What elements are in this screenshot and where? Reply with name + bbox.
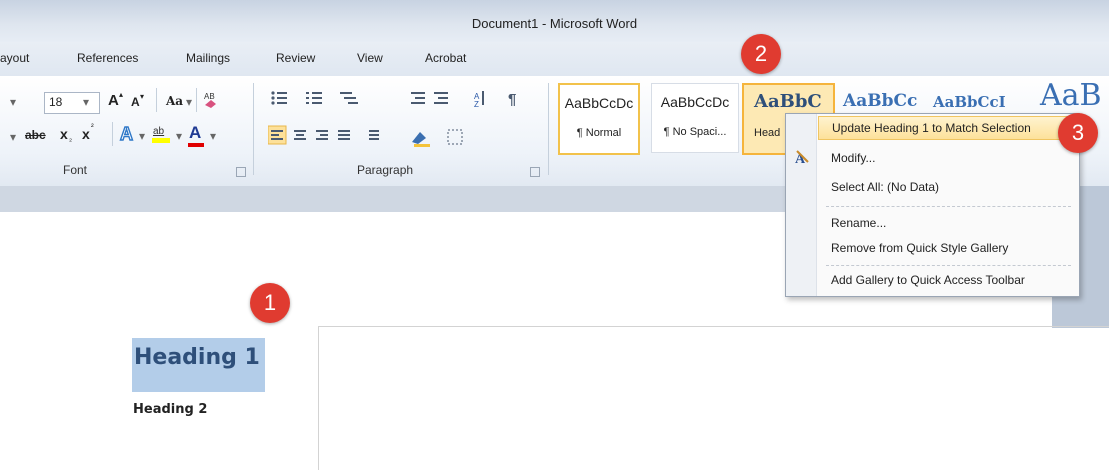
subscript-marker: ₂ [69,134,73,143]
callout-badge-2: 2 [741,34,781,74]
menu-item-modify[interactable]: Modify... [818,146,1076,170]
font-size-value: 18 [49,95,63,109]
grow-arrow-icon: ▴ [119,90,124,99]
svg-text:AB: AB [204,92,215,101]
svg-text:ab: ab [153,126,165,137]
shrink-font-button[interactable]: A [131,95,140,109]
paragraph-group-label: Paragraph [357,163,414,177]
highlight-icon[interactable]: ab [150,122,174,146]
page-border [318,326,1109,327]
divider [112,122,113,146]
chevron-down-icon: ▾ [10,130,17,144]
tab-references[interactable]: References [77,51,138,65]
menu-item-label: Select All: (No Data) [831,180,940,194]
menu-separator [826,206,1071,207]
font-name-chevron-icon[interactable]: ▾ [10,95,16,109]
menu-item-label: Modify... [831,151,876,165]
menu-icon-strip [786,114,817,296]
divider [156,88,157,112]
tab-acrobat[interactable]: Acrobat [425,51,466,65]
page-border [318,326,319,470]
paragraph-controls: ¶ A Z [268,91,516,147]
group-divider [548,83,549,175]
menu-separator [826,265,1071,266]
dialog-launcher-icon[interactable] [530,167,540,177]
change-case-button[interactable]: Aa [166,94,183,108]
menu-item-add-to-qat[interactable]: Add Gallery to Quick Access Toolbar [818,268,1076,292]
document-heading-2[interactable]: Heading 2 [133,402,207,417]
window-title: Document1 - Microsoft Word [471,16,638,31]
grow-font-button[interactable]: A [108,92,119,109]
style-subtitle[interactable]: AaB [1040,78,1102,113]
ribbon-tabs: ayout References Mailings Review View Ac… [0,42,1109,77]
style-context-menu: Update Heading 1 to Match Selection A Mo… [785,113,1080,297]
style-heading-2[interactable]: AaBbCc [843,91,917,111]
callout-badge-3: 3 [1058,113,1098,153]
clear-formatting-icon[interactable]: AB [201,89,221,109]
menu-item-label: Rename... [831,216,887,230]
superscript-button[interactable]: x [82,126,90,142]
subscript-button[interactable]: x [60,126,68,142]
group-divider [253,83,254,175]
chevron-down-icon: ▾ [186,95,193,109]
menu-item-rename[interactable]: Rename... [818,211,1076,235]
svg-text:Z: Z [474,100,479,109]
document-heading-1[interactable]: Heading 1 [132,338,265,392]
divider [196,88,197,112]
superscript-marker: ² [91,122,94,131]
style-preview: AaBbC [754,91,822,112]
svg-text:A: A [120,124,133,144]
chevron-down-icon: ▾ [210,129,217,143]
menu-item-remove-from-gallery[interactable]: Remove from Quick Style Gallery [818,236,1076,260]
font-color-button[interactable]: A [189,123,201,143]
style-preview: AaBbCcDc [564,95,634,111]
tab-mailings[interactable]: Mailings [186,51,230,65]
strikethrough-button[interactable]: abc [25,128,46,142]
callout-badge-1: 1 [250,283,290,323]
style-title[interactable]: AaBbCcI [933,93,1006,111]
font-color-swatch [188,143,204,147]
tab-review[interactable]: Review [276,51,315,65]
font-size-field[interactable]: 18 ▾ [44,92,100,114]
menu-item-label: Update Heading 1 to Match Selection [832,121,1031,135]
style-name: ¶ No Spaci... [663,126,727,138]
menu-item-select-all[interactable]: Select All: (No Data) [818,175,1076,199]
chevron-down-icon: ▾ [83,95,90,109]
style-normal[interactable]: AaBbCcDc ¶ Normal [558,83,640,155]
style-name: ¶ Normal [576,127,622,139]
menu-item-label: Remove from Quick Style Gallery [831,241,1009,255]
chevron-down-icon: ▾ [176,129,183,143]
tab-view[interactable]: View [357,51,383,65]
svg-text:¶: ¶ [508,91,516,108]
font-group-label: Font [63,163,88,177]
tab-layout[interactable]: ayout [0,51,29,65]
style-preview: AaBbCcDc [660,94,730,110]
style-no-spacing[interactable]: AaBbCcDc ¶ No Spaci... [651,83,739,153]
text-effects-icon[interactable]: A [118,122,140,144]
menu-item-label: Add Gallery to Quick Access Toolbar [831,273,1025,287]
modify-style-icon: A [795,150,809,166]
dialog-launcher-icon[interactable] [236,167,246,177]
chevron-down-icon: ▾ [139,129,146,143]
title-bar: Document1 - Microsoft Word [0,0,1109,42]
menu-item-update-heading[interactable]: Update Heading 1 to Match Selection [818,116,1076,140]
shrink-arrow-icon: ▾ [140,92,145,101]
